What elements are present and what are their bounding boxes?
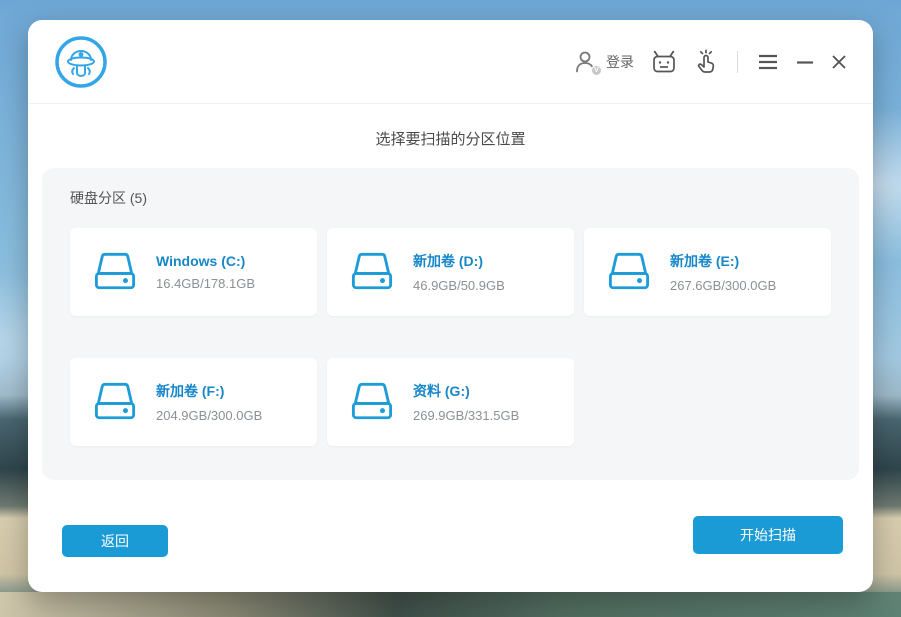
robot-assistant-button[interactable]: [651, 50, 677, 74]
partition-size: 46.9GB/50.9GB: [413, 278, 505, 293]
tap-icon: [694, 49, 718, 75]
close-icon: [831, 54, 847, 70]
title-bar: V 登录: [28, 20, 873, 104]
partition-size: 267.6GB/300.0GB: [670, 278, 776, 293]
app-window: V 登录: [28, 20, 873, 592]
partition-card-c[interactable]: Windows (C:) 16.4GB/178.1GB: [70, 228, 317, 316]
partition-name: 新加卷 (D:): [413, 251, 505, 271]
start-scan-button[interactable]: 开始扫描: [693, 516, 843, 554]
robot-icon: [651, 50, 677, 74]
close-button[interactable]: [831, 54, 847, 70]
minimize-icon: [796, 54, 814, 70]
menu-button[interactable]: [757, 54, 779, 70]
login-label: 登录: [606, 52, 634, 72]
partition-card-g[interactable]: 资料 (G:) 269.9GB/331.5GB: [327, 358, 574, 446]
back-button[interactable]: 返回: [62, 525, 168, 557]
partition-card-d[interactable]: 新加卷 (D:) 46.9GB/50.9GB: [327, 228, 574, 316]
partition-name: 新加卷 (E:): [670, 251, 776, 271]
partition-info: 新加卷 (D:) 46.9GB/50.9GB: [413, 251, 505, 293]
partition-card-f[interactable]: 新加卷 (F:) 204.9GB/300.0GB: [70, 358, 317, 446]
partition-size: 269.9GB/331.5GB: [413, 408, 519, 423]
partition-info: 资料 (G:) 269.9GB/331.5GB: [413, 381, 519, 423]
drive-icon: [349, 381, 395, 423]
partition-info: Windows (C:) 16.4GB/178.1GB: [156, 253, 255, 291]
drive-icon: [606, 251, 652, 293]
vip-badge: V: [591, 65, 602, 76]
partition-card-e[interactable]: 新加卷 (E:) 267.6GB/300.0GB: [584, 228, 831, 316]
menu-icon: [757, 54, 779, 70]
page-title: 选择要扫描的分区位置: [28, 128, 873, 149]
header-divider: [737, 51, 738, 73]
partition-size: 204.9GB/300.0GB: [156, 408, 262, 423]
app-logo-icon: [54, 35, 108, 89]
partition-info: 新加卷 (F:) 204.9GB/300.0GB: [156, 381, 262, 423]
drive-icon: [92, 251, 138, 293]
partition-name: 新加卷 (F:): [156, 381, 262, 401]
partition-info: 新加卷 (E:) 267.6GB/300.0GB: [670, 251, 776, 293]
login-button[interactable]: V 登录: [573, 49, 634, 75]
user-icon: V: [573, 49, 599, 75]
partitions-grid: Windows (C:) 16.4GB/178.1GB 新加卷 (D:) 46.…: [70, 228, 831, 446]
drive-icon: [349, 251, 395, 293]
partitions-section-label: 硬盘分区 (5): [70, 188, 831, 208]
partitions-panel: 硬盘分区 (5) Windows (C:) 16.4GB/178.1GB: [42, 168, 859, 480]
partition-name: 资料 (G:): [413, 381, 519, 401]
partition-name: Windows (C:): [156, 253, 255, 269]
drive-icon: [92, 381, 138, 423]
tap-guide-button[interactable]: [694, 49, 718, 75]
partition-size: 16.4GB/178.1GB: [156, 276, 255, 291]
header-actions: V 登录: [573, 49, 847, 75]
minimize-button[interactable]: [796, 54, 814, 70]
